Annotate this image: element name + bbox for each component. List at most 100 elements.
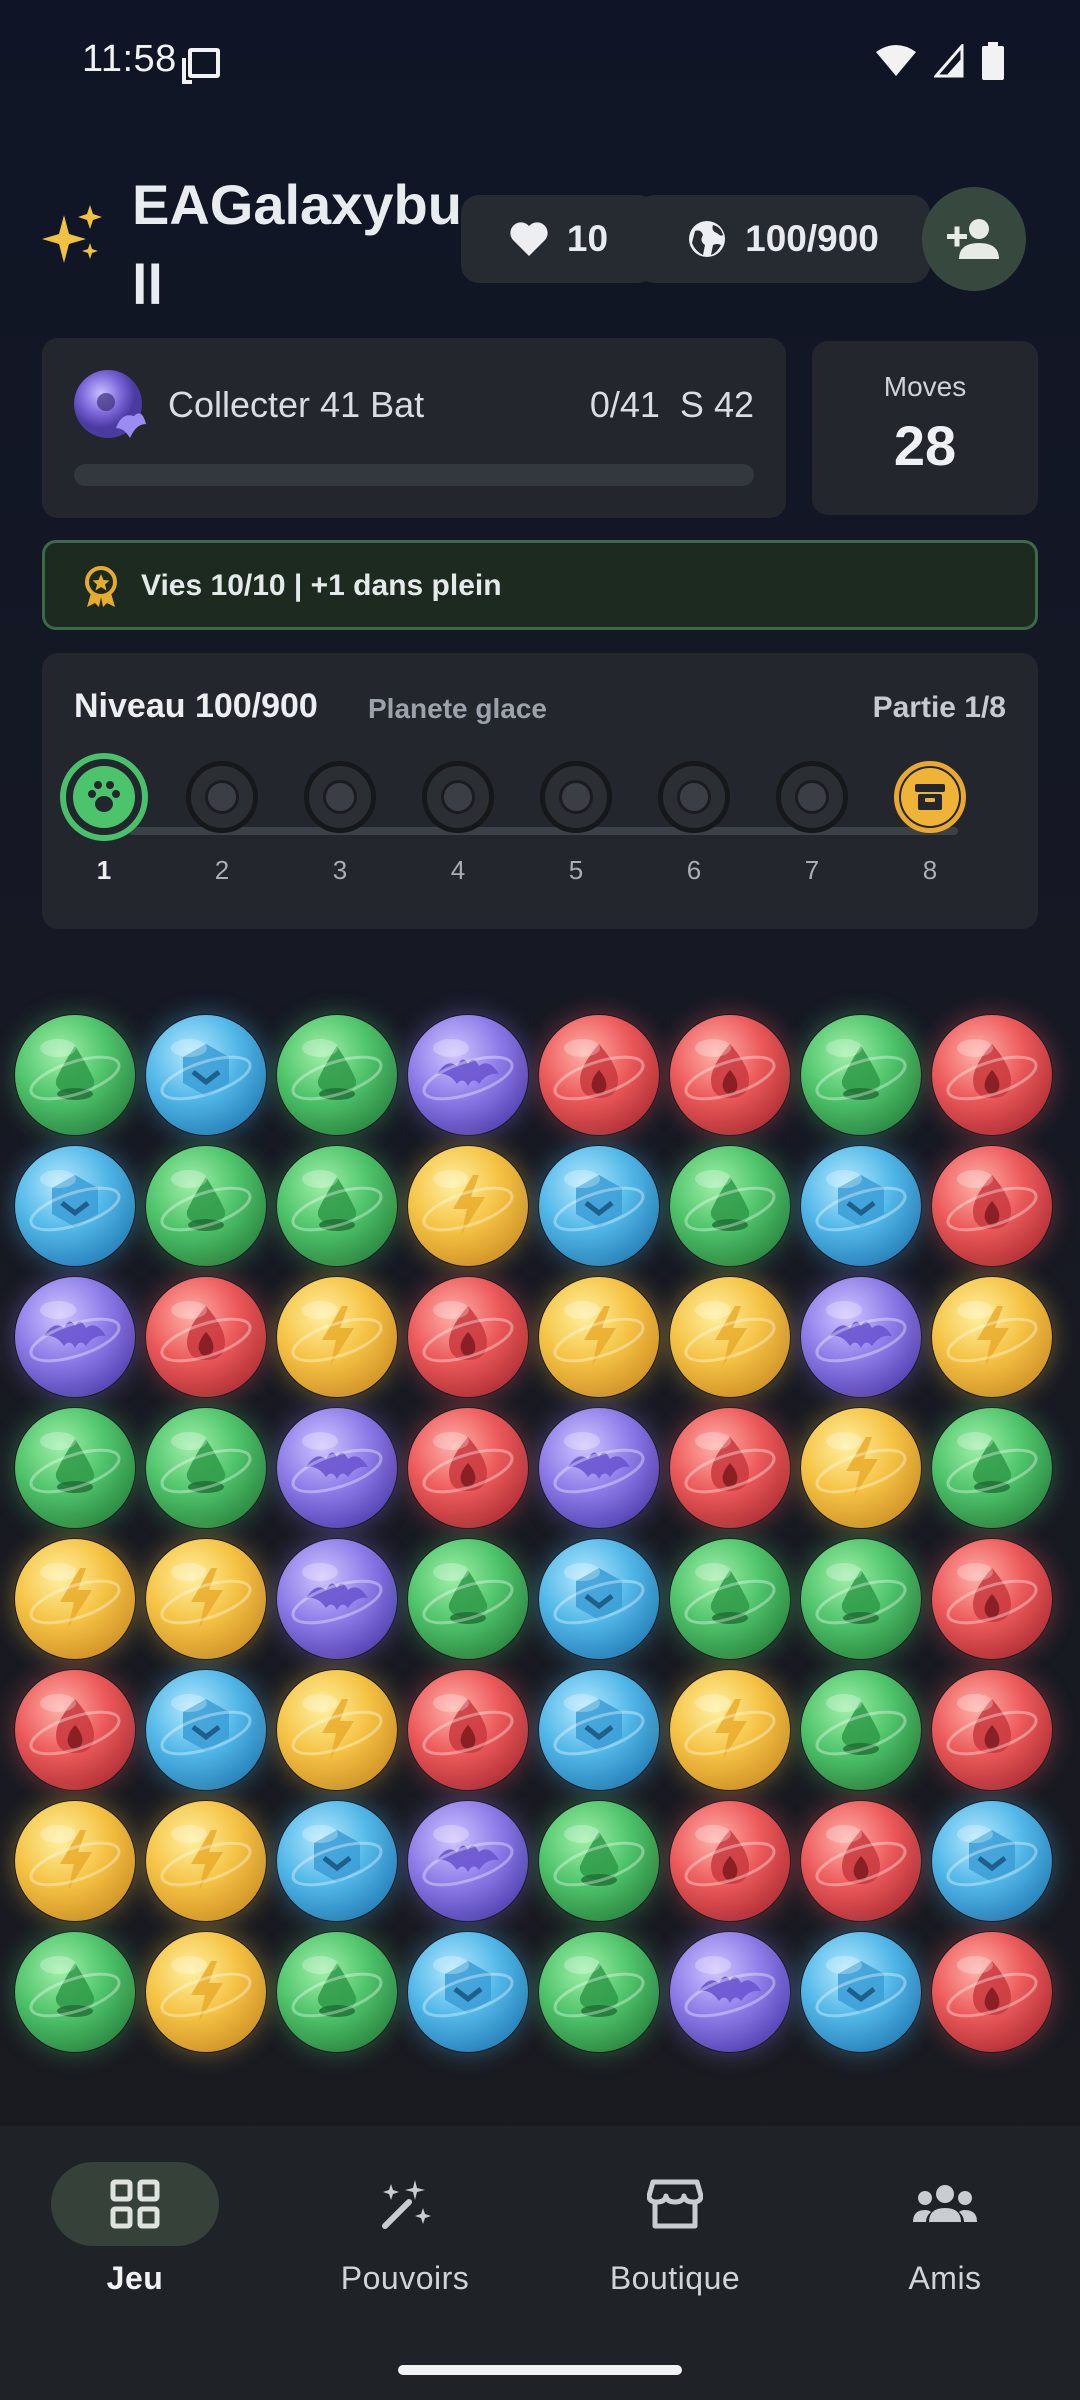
red-orb[interactable] — [931, 1931, 1053, 2053]
moves-value: 28 — [893, 414, 957, 477]
green-orb[interactable] — [931, 1407, 1053, 1529]
purple-orb[interactable] — [800, 1276, 922, 1398]
nav-item-boutique[interactable]: Boutique — [540, 2162, 810, 2297]
nav-label-amis: Amis — [908, 2260, 982, 2296]
yellow-orb[interactable] — [145, 1931, 267, 2053]
blue-orb[interactable] — [14, 1145, 136, 1267]
yellow-orb[interactable] — [669, 1276, 791, 1398]
red-orb[interactable] — [800, 1800, 922, 1922]
green-orb[interactable] — [14, 1407, 136, 1529]
green-orb[interactable] — [276, 1931, 398, 2053]
green-orb[interactable] — [145, 1145, 267, 1267]
blue-orb[interactable] — [538, 1145, 660, 1267]
moves-label: Moves — [883, 371, 967, 402]
yellow-orb-icon — [670, 1277, 790, 1397]
green-orb[interactable] — [669, 1538, 791, 1660]
green-orb[interactable] — [800, 1014, 922, 1136]
green-orb[interactable] — [407, 1538, 529, 1660]
purple-orb-icon — [277, 1408, 397, 1528]
blue-orb[interactable] — [145, 1014, 267, 1136]
yellow-orb-icon — [15, 1801, 135, 1921]
blue-orb[interactable] — [407, 1931, 529, 2053]
purple-orb[interactable] — [276, 1407, 398, 1529]
yellow-orb-icon — [146, 1539, 266, 1659]
blue-orb[interactable] — [931, 1800, 1053, 1922]
red-orb[interactable] — [669, 1800, 791, 1922]
sparkle-icon — [42, 205, 102, 263]
yellow-orb[interactable] — [145, 1538, 267, 1660]
blue-orb[interactable] — [538, 1669, 660, 1791]
moves-card: Moves 28 — [812, 341, 1038, 515]
purple-orb[interactable] — [669, 1931, 791, 2053]
level-stage-4: 4 — [399, 761, 517, 886]
planets-counter[interactable]: 100/900 — [636, 195, 930, 283]
red-orb-icon — [408, 1277, 528, 1397]
blue-orb[interactable] — [800, 1931, 922, 2053]
hearts-counter[interactable]: 10 — [461, 195, 656, 283]
yellow-orb[interactable] — [407, 1145, 529, 1267]
level-stage-5: 5 — [517, 761, 635, 886]
purple-orb[interactable] — [276, 1538, 398, 1660]
green-orb[interactable] — [14, 1014, 136, 1136]
red-orb[interactable] — [14, 1669, 136, 1791]
red-orb[interactable] — [407, 1669, 529, 1791]
nav-label-jeu: Jeu — [106, 2260, 164, 2296]
red-orb[interactable] — [931, 1538, 1053, 1660]
add-friend-button[interactable] — [922, 187, 1026, 291]
yellow-orb[interactable] — [14, 1538, 136, 1660]
purple-orb-icon — [801, 1277, 921, 1397]
yellow-orb[interactable] — [14, 1800, 136, 1922]
red-orb[interactable] — [407, 1407, 529, 1529]
home-indicator[interactable] — [398, 2365, 682, 2375]
green-orb[interactable] — [14, 1931, 136, 2053]
red-orb[interactable] — [669, 1407, 791, 1529]
yellow-orb[interactable] — [669, 1669, 791, 1791]
red-orb[interactable] — [931, 1669, 1053, 1791]
yellow-orb[interactable] — [931, 1276, 1053, 1398]
red-orb[interactable] — [669, 1014, 791, 1136]
red-orb[interactable] — [145, 1276, 267, 1398]
red-orb-icon — [932, 1932, 1052, 2052]
yellow-orb[interactable] — [276, 1669, 398, 1791]
red-orb[interactable] — [931, 1145, 1053, 1267]
green-orb[interactable] — [800, 1538, 922, 1660]
purple-orb-icon — [408, 1015, 528, 1135]
game-board[interactable] — [8, 1010, 1072, 2074]
blue-orb-icon — [15, 1146, 135, 1266]
storefront-icon — [647, 2179, 703, 2229]
yellow-orb[interactable] — [538, 1276, 660, 1398]
nav-item-amis[interactable]: Amis — [810, 2162, 1080, 2297]
purple-orb[interactable] — [407, 1014, 529, 1136]
green-orb[interactable] — [276, 1145, 398, 1267]
paw-icon — [60, 753, 148, 841]
green-orb[interactable] — [800, 1669, 922, 1791]
purple-orb-icon — [277, 1539, 397, 1659]
blue-orb[interactable] — [145, 1669, 267, 1791]
red-orb-icon — [15, 1670, 135, 1790]
status-bar: 11:58 — [0, 0, 1080, 128]
green-orb[interactable] — [145, 1407, 267, 1529]
red-orb-icon — [932, 1146, 1052, 1266]
yellow-orb[interactable] — [145, 1800, 267, 1922]
blue-orb[interactable] — [276, 1800, 398, 1922]
red-orb[interactable] — [538, 1014, 660, 1136]
green-orb[interactable] — [276, 1014, 398, 1136]
blue-orb[interactable] — [538, 1538, 660, 1660]
purple-orb[interactable] — [538, 1407, 660, 1529]
blue-orb[interactable] — [800, 1145, 922, 1267]
blue-orb-icon — [539, 1146, 659, 1266]
nav-item-pouvoirs[interactable]: Pouvoirs — [270, 2162, 540, 2297]
green-orb[interactable] — [669, 1145, 791, 1267]
purple-orb[interactable] — [407, 1800, 529, 1922]
yellow-orb[interactable] — [800, 1407, 922, 1529]
yellow-orb[interactable] — [276, 1276, 398, 1398]
yellow-orb-icon — [146, 1932, 266, 2052]
person-add-icon — [947, 219, 999, 259]
stage-node — [422, 761, 494, 833]
nav-item-jeu[interactable]: Jeu — [0, 2162, 270, 2297]
green-orb[interactable] — [538, 1800, 660, 1922]
red-orb[interactable] — [407, 1276, 529, 1398]
purple-orb[interactable] — [14, 1276, 136, 1398]
red-orb[interactable] — [931, 1014, 1053, 1136]
green-orb[interactable] — [538, 1931, 660, 2053]
